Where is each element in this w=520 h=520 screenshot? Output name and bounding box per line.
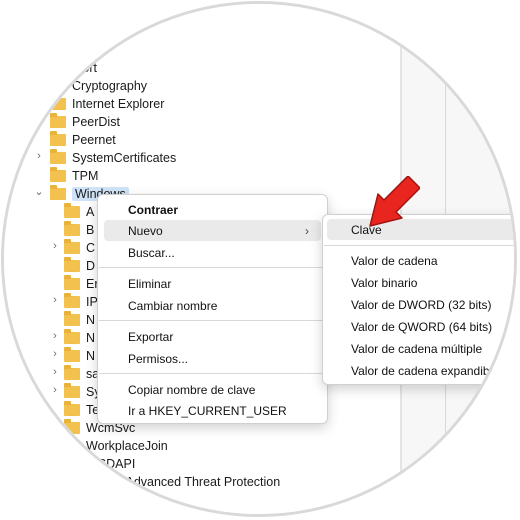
tree-item[interactable]: SystemCertificates [50,149,176,167]
folder-icon [64,437,80,452]
submenu-item-valor-binario[interactable]: Valor binario [327,272,514,293]
tree-child-item[interactable]: N [64,347,95,365]
tree-item-label: TPM [72,169,99,183]
folder-icon [50,131,66,146]
chevron-right-icon[interactable]: › [50,240,60,252]
menu-item-ir-a-hkcu[interactable]: Ir a HKEY_CURRENT_USER [104,400,321,421]
tree-child-item[interactable]: sa [64,365,99,383]
tree-item-label: N [86,349,96,363]
folder-icon [64,419,80,434]
tree-item[interactable]: TPM [50,167,98,185]
tree-item[interactable]: Cryptography [50,77,147,95]
circular-crop: ...ort Cryptography Internet Explorer Pe… [4,4,514,514]
folder-icon [50,149,66,164]
folder-icon [64,401,80,416]
tree-item-label: WorkplaceJoin [86,439,168,453]
folder-icon [64,203,80,218]
tree-item-label: PeerDist [72,115,120,129]
tree-child-item[interactable]: C [64,239,95,257]
menu-item-cambiar-nombre[interactable]: Cambiar nombre [104,295,321,316]
tree-item-label: N [86,313,96,327]
folder-icon [50,185,66,200]
chevron-right-icon[interactable]: › [34,150,44,162]
tree-item[interactable]: PeerDist [50,113,120,131]
chevron-down-icon[interactable]: ⌄ [34,185,44,198]
folder-icon [64,311,80,326]
menu-separator [99,267,326,268]
submenu-item-cadena-multiple[interactable]: Valor de cadena múltiple [327,338,514,359]
tree-child-item[interactable]: Sy [64,383,101,401]
folder-icon [64,239,80,254]
chevron-right-icon: › [305,223,309,238]
red-arrow-icon [369,176,420,227]
chevron-right-icon[interactable]: › [50,294,60,306]
folder-icon [64,293,80,308]
folder-icon [64,257,80,272]
chevron-right-icon[interactable]: › [50,348,60,360]
tree-item-label: N [86,331,96,345]
tree-child-item[interactable]: Er [64,275,99,293]
tree-item[interactable]: Internet Explorer [50,95,164,113]
menu-item-exportar[interactable]: Exportar [104,326,321,347]
folder-icon [64,275,80,290]
menu-item-permisos[interactable]: Permisos... [104,348,321,369]
context-menu: Contraer Nuevo › Buscar... Eliminar Camb… [97,194,328,424]
tree-item-label: SystemCertificates [72,151,177,165]
menu-item-contraer[interactable]: Contraer [104,199,321,220]
tree-item[interactable]: ...ort [50,59,97,77]
chevron-right-icon[interactable]: › [50,330,60,342]
menu-item-eliminar[interactable]: Eliminar [104,273,321,294]
tree-item-label: B [86,223,95,237]
chevron-right-icon[interactable]: › [50,366,60,378]
folder-icon [50,473,66,488]
submenu-item-valor-cadena[interactable]: Valor de cadena [327,250,514,271]
submenu-item-dword[interactable]: Valor de DWORD (32 bits) [327,294,514,315]
tree-item-label: WSDAPI [86,457,136,471]
tree-item-label: ...ort [72,61,98,75]
new-submenu: Clave Valor de cadena Valor binario Valo… [322,214,514,385]
folder-icon [64,365,80,380]
menu-separator [99,320,326,321]
tree-item[interactable]: Peernet [50,131,116,149]
chevron-right-icon[interactable]: › [50,384,60,396]
submenu-item-clave[interactable]: Clave [327,219,514,240]
submenu-item-qword[interactable]: Valor de QWORD (64 bits) [327,316,514,337]
tree-child-item[interactable]: A [64,203,94,221]
folder-icon [64,383,80,398]
folder-icon [64,455,80,470]
submenu-item-cadena-expandible[interactable]: Valor de cadena expandible [327,360,514,381]
folder-icon [64,329,80,344]
tree-item-label: A [86,205,95,219]
tree-item-label: C [86,241,96,255]
tree-item-label: D [86,259,96,273]
tree-item-label: Peernet [72,133,116,147]
menu-separator [99,373,326,374]
tree-item-label: Cryptography [72,79,148,93]
tree-child-item[interactable]: N [64,329,95,347]
folder-icon [64,221,80,236]
tree-child-item[interactable]: WSDAPI [64,455,135,473]
tree-child-item[interactable]: B [64,221,94,239]
tree-child-item[interactable]: Te [64,401,99,419]
menu-item-label: Nuevo [128,223,163,238]
tree-item-label: Windows Advanced Threat Protection [72,475,281,489]
folder-icon [50,113,66,128]
folder-icon [50,77,66,92]
menu-item-buscar[interactable]: Buscar... [104,242,321,263]
folder-icon [50,59,66,74]
tree-child-item[interactable]: N [64,311,95,329]
tree-child-item[interactable]: D [64,257,95,275]
tree-item[interactable]: Windows Advanced Threat Protection [50,473,280,491]
tree-item-label: Internet Explorer [72,97,165,111]
tree-child-item[interactable]: WorkplaceJoin [64,437,168,455]
tree-child-item[interactable]: IP [64,293,98,311]
menu-separator [324,245,514,246]
menu-item-copiar-nombre[interactable]: Copiar nombre de clave [104,379,321,400]
folder-icon [50,95,66,110]
menu-item-nuevo[interactable]: Nuevo › [104,220,321,241]
folder-icon [50,167,66,182]
folder-icon [64,347,80,362]
registry-editor-stage: ...ort Cryptography Internet Explorer Pe… [0,0,520,520]
